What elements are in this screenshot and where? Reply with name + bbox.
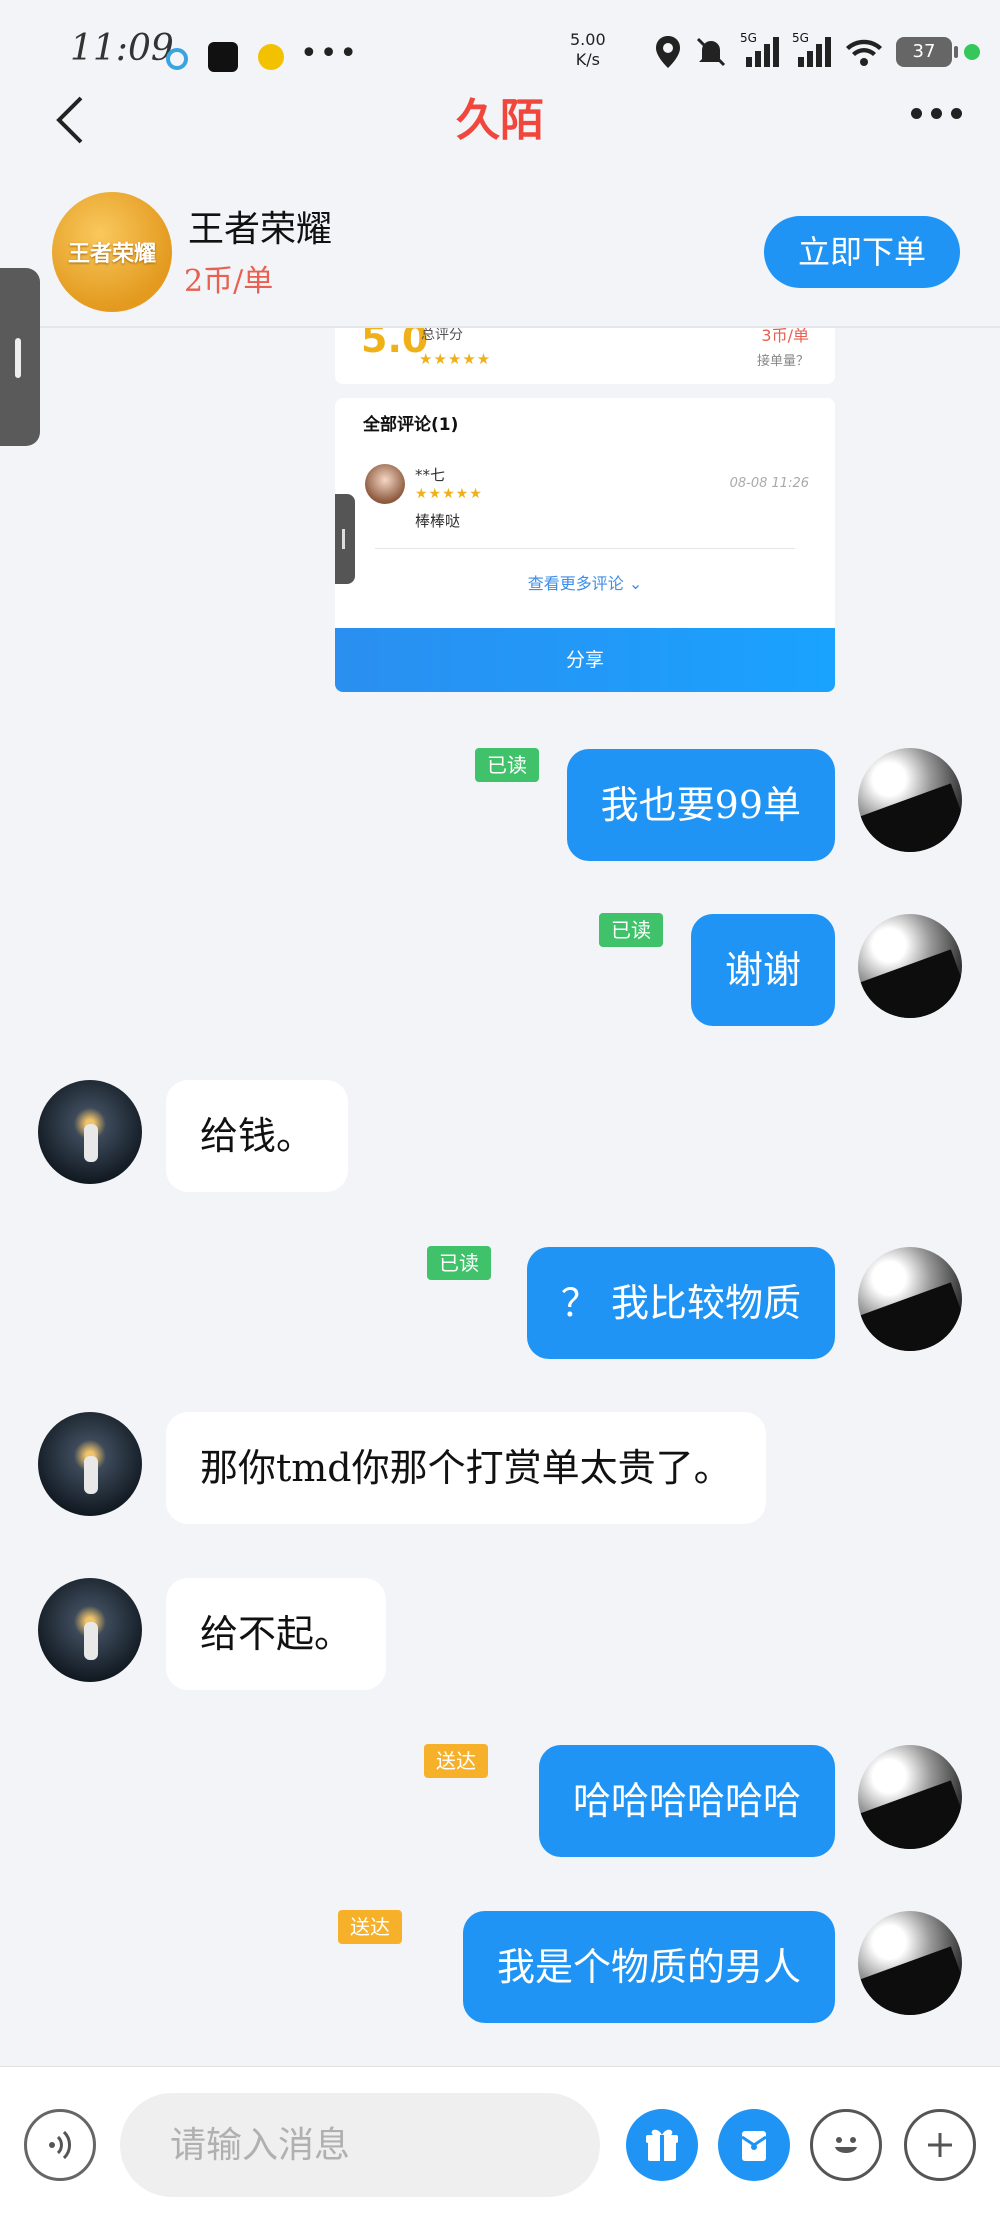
network-speed: 5.00 K/s [570, 30, 606, 69]
message-bubble[interactable]: 哈哈哈哈哈哈 [538, 1745, 835, 1857]
input-bar [0, 2066, 1000, 2222]
self-avatar[interactable] [858, 1247, 962, 1351]
side-drawer-handle[interactable] [0, 268, 40, 446]
message-status-tag: 已读 [599, 913, 663, 947]
message-bubble[interactable]: 给钱。 [166, 1080, 349, 1192]
signal-icon-2: 5G [792, 31, 832, 69]
signal-icon-1: 5G [740, 31, 780, 69]
message-bubble[interactable]: 谢谢 [690, 914, 835, 1026]
chat-header: 久陌 [0, 80, 1000, 160]
divider [375, 548, 795, 549]
message-bubble[interactable]: 我也要99单 [566, 749, 835, 861]
gift-icon [646, 2129, 678, 2161]
reviewer-stars: ★★★★★ [415, 486, 483, 502]
share-button[interactable]: 分享 [335, 628, 835, 692]
self-avatar[interactable] [858, 748, 962, 852]
more-reviews-link[interactable]: 查看更多评论 ⌄ [335, 570, 835, 594]
send-app-icon [208, 42, 238, 72]
status-bar: 11:09 ••• 5.00 K/s 5G 5G 37 [0, 0, 1000, 90]
self-avatar[interactable] [858, 914, 962, 1018]
order-now-button[interactable]: 立即下单 [764, 216, 960, 288]
camera-indicator [964, 44, 980, 60]
review-date: 08-08 11:26 [729, 476, 809, 491]
red-packet-button[interactable] [718, 2109, 790, 2181]
contact-avatar[interactable] [38, 1578, 142, 1682]
message-status-tag: 已读 [475, 748, 539, 782]
emoji-button[interactable] [810, 2109, 882, 2181]
status-icons: 5G 5G 37 [654, 31, 980, 70]
message-bubble[interactable]: 我是个物质的男人 [462, 1911, 835, 2023]
location-icon [656, 36, 680, 68]
message-bubble[interactable]: 给不起。 [166, 1578, 387, 1690]
game-name: 王者荣耀 [188, 209, 333, 250]
contact-avatar[interactable] [38, 1412, 142, 1516]
voice-button[interactable] [24, 2109, 96, 2181]
emoji-icon [835, 2137, 857, 2153]
message-status-tag: 已读 [427, 1246, 491, 1280]
reviewer-name: **七 [415, 466, 446, 484]
status-time: 11:09 [70, 28, 174, 69]
game-service-bar: 王者荣耀 王者荣耀 2币/单 立即下单 [0, 178, 1000, 328]
self-avatar[interactable] [858, 1745, 962, 1849]
app-notification-icon [166, 48, 188, 70]
add-attachment-button[interactable] [904, 2109, 976, 2181]
mute-bell-icon [696, 37, 726, 67]
shared-service-card: 5.0 总评分 ★★★★★ 3币/单 接单量？ 全部评论(1) **七 ★★★★… [335, 320, 835, 692]
more-dot-icon [911, 108, 922, 119]
more-dot-icon [951, 108, 962, 119]
game-price: 2币/单 [184, 264, 274, 299]
message-bubble[interactable]: ？ 我比较物质 [526, 1247, 835, 1359]
more-notifications-icon: ••• [300, 36, 360, 71]
wifi-icon [846, 39, 882, 66]
card-drawer-handle[interactable] [335, 494, 355, 584]
reviews-title: 全部评论(1) [363, 415, 459, 435]
voice-icon [49, 2130, 71, 2160]
reviewer-avatar [365, 464, 405, 504]
message-bubble[interactable]: 那你tmd你那个打赏单太贵了。 [166, 1412, 766, 1524]
review-text: 棒棒哒 [415, 512, 461, 530]
reviews-section: 全部评论(1) **七 ★★★★★ 棒棒哒 08-08 11:26 查看更多评论… [335, 398, 835, 692]
game-logo[interactable]: 王者荣耀 [52, 192, 172, 312]
yellow-app-icon [258, 44, 284, 70]
contact-avatar[interactable] [38, 1080, 142, 1184]
score-strip: 5.0 总评分 ★★★★★ 3币/单 接单量？ [335, 320, 835, 384]
score-stars: ★★★★★ [419, 350, 492, 368]
self-avatar[interactable] [858, 1911, 962, 2015]
more-dot-icon [931, 108, 942, 119]
plus-icon [928, 2133, 952, 2157]
order-count-note: 接单量？ [756, 354, 809, 369]
battery-icon: 37 [896, 37, 958, 67]
chat-title: 久陌 [456, 95, 544, 146]
red-packet-icon [741, 2131, 767, 2161]
message-input[interactable] [120, 2093, 600, 2197]
gift-button[interactable] [626, 2109, 698, 2181]
more-options-button[interactable] [911, 108, 962, 119]
message-status-tag: 送达 [338, 1910, 402, 1944]
message-status-tag: 送达 [424, 1744, 488, 1778]
